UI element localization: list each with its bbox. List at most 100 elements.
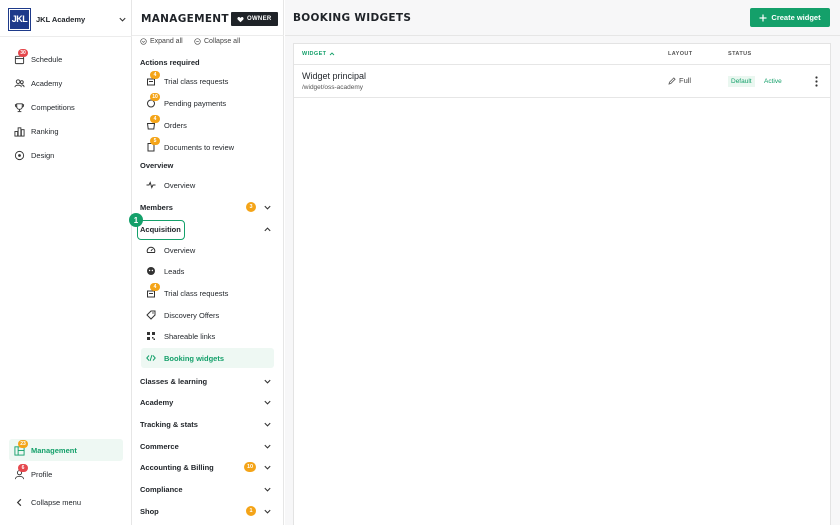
divider bbox=[285, 35, 840, 36]
count-badge: 4 bbox=[150, 283, 160, 291]
management-panel: MANAGEMENT OWNER Expand all Collapse all… bbox=[132, 0, 284, 525]
qr-code-icon bbox=[146, 331, 156, 341]
table-row[interactable]: Widget principal /widget/oss-academy Ful… bbox=[294, 65, 830, 98]
acq-discovery-offers[interactable]: Discovery Offers bbox=[141, 305, 274, 325]
section-tracking-stats[interactable]: Tracking & stats bbox=[136, 415, 276, 433]
section-members[interactable]: Members 3 bbox=[136, 198, 276, 216]
layout-value: Full bbox=[679, 76, 692, 85]
divider bbox=[132, 35, 284, 36]
tag-icon bbox=[146, 310, 156, 320]
account-name: JKL Academy bbox=[36, 14, 86, 24]
action-documents-to-review[interactable]: 5 Documents to review bbox=[141, 137, 274, 157]
create-widget-button[interactable]: Create widget bbox=[750, 8, 830, 27]
gauge-icon bbox=[146, 245, 156, 255]
chevron-up-icon bbox=[262, 224, 272, 234]
nav-item-ranking[interactable]: Ranking bbox=[9, 120, 123, 142]
table-header: WIDGET LAYOUT STATUS bbox=[294, 44, 830, 65]
section-academy[interactable]: Academy bbox=[136, 393, 276, 411]
plus-icon bbox=[759, 14, 767, 21]
column-label: WIDGET bbox=[302, 51, 327, 57]
section-actions-required: Actions required bbox=[140, 58, 200, 67]
section-label: Shop bbox=[140, 506, 159, 516]
nav-item-competitions[interactable]: Competitions bbox=[9, 96, 123, 118]
nav-item-label: Competitions bbox=[31, 102, 75, 112]
academy-logo: JKL bbox=[8, 7, 31, 31]
count-badge: 5 bbox=[150, 137, 160, 145]
palette-icon bbox=[14, 150, 25, 161]
section-label: Members bbox=[140, 202, 173, 212]
account-switcher[interactable]: JKL JKL Academy bbox=[8, 7, 127, 31]
section-classes-learning[interactable]: Classes & learning bbox=[136, 372, 276, 390]
chevron-down-icon bbox=[262, 419, 272, 429]
nav-item-design[interactable]: Design bbox=[9, 144, 123, 166]
profile-icon: 6 bbox=[14, 463, 28, 480]
document-icon: 5 bbox=[146, 137, 160, 152]
ranking-icon bbox=[14, 126, 25, 137]
nav-item-label: Schedule bbox=[31, 54, 63, 64]
payment-icon: 10 bbox=[146, 93, 160, 108]
widget-path: /widget/oss-academy bbox=[302, 84, 364, 91]
widgets-table: WIDGET LAYOUT STATUS Widget principal /w… bbox=[293, 43, 831, 525]
acq-leads[interactable]: Leads bbox=[141, 261, 274, 281]
step-highlight bbox=[137, 220, 185, 240]
overview-item[interactable]: Overview bbox=[141, 175, 274, 195]
nav-item-label: Collapse menu bbox=[31, 497, 82, 507]
section-shop[interactable]: Shop 1 bbox=[136, 502, 276, 520]
acq-overview[interactable]: Overview bbox=[141, 240, 274, 260]
chevron-down-icon bbox=[262, 462, 272, 472]
main-content: BOOKING WIDGETS Create widget WIDGET LAY… bbox=[285, 0, 840, 525]
section-label: Academy bbox=[140, 397, 174, 407]
action-orders[interactable]: 4 Orders bbox=[141, 115, 274, 135]
collapse-menu-button[interactable]: Collapse menu bbox=[9, 491, 123, 513]
column-header-widget[interactable]: WIDGET bbox=[302, 51, 335, 57]
sub-item-label: Trial class requests bbox=[164, 76, 229, 86]
heart-icon bbox=[237, 16, 244, 22]
nav-item-academy[interactable]: Academy bbox=[9, 72, 123, 94]
management-badge: 23 bbox=[18, 439, 28, 448]
page-title: BOOKING WIDGETS bbox=[293, 12, 412, 24]
sub-item-label: Shareable links bbox=[164, 331, 216, 341]
chevron-left-icon bbox=[14, 497, 25, 508]
column-header-status: STATUS bbox=[728, 51, 752, 57]
count-badge: 3 bbox=[246, 202, 256, 212]
trophy-icon bbox=[14, 102, 25, 113]
sub-item-label: Trial class requests bbox=[164, 288, 229, 298]
left-navigation: JKL JKL Academy 30 Schedule Academy Comp… bbox=[0, 0, 132, 525]
activity-icon bbox=[146, 180, 156, 190]
expand-all-label: Expand all bbox=[150, 38, 183, 45]
chevron-down-icon bbox=[262, 376, 272, 386]
chevron-down-icon bbox=[262, 397, 272, 407]
action-pending-payments[interactable]: 10 Pending payments bbox=[141, 93, 274, 113]
acq-shareable-links[interactable]: Shareable links bbox=[141, 326, 274, 346]
owner-badge: OWNER bbox=[231, 12, 278, 26]
acq-trial-class-requests[interactable]: 4 Trial class requests bbox=[141, 283, 274, 303]
status-default-badge: Default bbox=[728, 76, 755, 87]
nav-item-profile[interactable]: 6 Profile bbox=[9, 463, 123, 485]
nav-item-management[interactable]: 23 Management bbox=[9, 439, 123, 461]
section-label: Tracking & stats bbox=[140, 419, 198, 429]
acq-booking-widgets[interactable]: Booking widgets bbox=[141, 348, 274, 368]
nav-item-schedule[interactable]: 30 Schedule bbox=[9, 48, 123, 70]
chevron-down-icon bbox=[262, 484, 272, 494]
divider bbox=[0, 36, 132, 37]
management-icon: 23 bbox=[14, 439, 28, 456]
action-trial-class-requests[interactable]: 4 Trial class requests bbox=[141, 71, 274, 91]
nav-item-label: Management bbox=[31, 445, 77, 455]
collapse-icon bbox=[194, 38, 201, 45]
section-commerce[interactable]: Commerce bbox=[136, 437, 276, 455]
more-options-icon[interactable] bbox=[813, 75, 819, 88]
collapse-all-label: Collapse all bbox=[204, 38, 241, 45]
chevron-down-icon bbox=[262, 202, 272, 212]
collapse-all-button[interactable]: Collapse all bbox=[194, 38, 240, 45]
section-accounting-billing[interactable]: Accounting & Billing 10 bbox=[136, 458, 276, 476]
sub-item-label: Discovery Offers bbox=[164, 310, 220, 320]
sub-item-label: Leads bbox=[164, 266, 185, 276]
section-compliance[interactable]: Compliance bbox=[136, 480, 276, 498]
trial-icon: 4 bbox=[146, 71, 160, 86]
create-widget-label: Create widget bbox=[771, 13, 821, 22]
widget-name: Widget principal bbox=[302, 71, 367, 81]
nav-item-label: Profile bbox=[31, 469, 53, 479]
people-icon bbox=[14, 78, 25, 89]
expand-all-button[interactable]: Expand all bbox=[140, 38, 183, 45]
code-icon bbox=[146, 353, 156, 363]
